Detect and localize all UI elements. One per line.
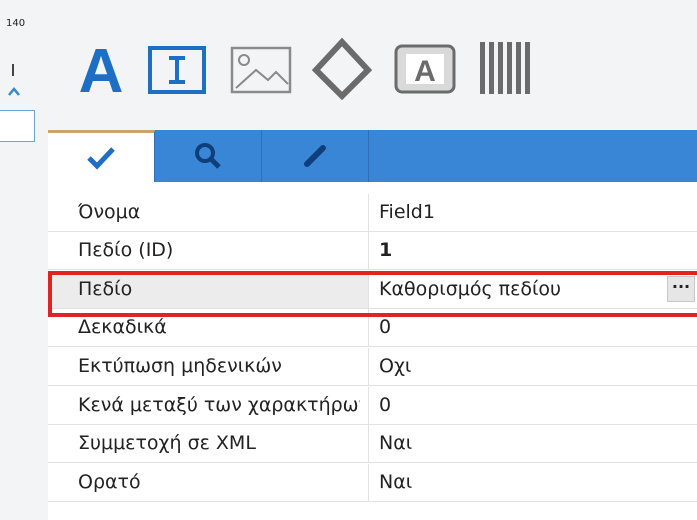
property-name: Πεδίο bbox=[78, 278, 133, 300]
svg-text:A: A bbox=[79, 37, 124, 100]
property-row-decimals[interactable]: Δεκαδικά 0 bbox=[48, 309, 697, 347]
barcode-tool-button[interactable] bbox=[476, 36, 534, 100]
vertical-ruler: 140 bbox=[0, 0, 49, 520]
label-tool-button[interactable]: A bbox=[392, 36, 458, 100]
property-name: Συμμετοχή σε XML bbox=[78, 432, 256, 454]
property-value[interactable]: 0 bbox=[368, 387, 697, 424]
property-row-print-zeros[interactable]: Εκτύπωση μηδενικών Οχι bbox=[48, 348, 697, 386]
property-value[interactable]: Ναι bbox=[368, 425, 697, 462]
svg-text:A: A bbox=[414, 55, 436, 88]
property-row-field-id[interactable]: Πεδίο (ID) 1 bbox=[48, 232, 697, 270]
property-row-char-spacing[interactable]: Κενά μεταξύ των χαρακτήρων 0 bbox=[48, 387, 697, 425]
textbox-tool-button[interactable] bbox=[146, 36, 208, 100]
property-value[interactable]: Ναι bbox=[368, 464, 697, 501]
ellipsis-button[interactable]: ··· bbox=[667, 276, 695, 302]
property-value[interactable]: 1 bbox=[368, 232, 697, 269]
text-a-icon: A bbox=[79, 37, 124, 106]
image-icon bbox=[230, 46, 292, 94]
checkmark-icon bbox=[87, 146, 115, 170]
property-value[interactable]: Field1 bbox=[368, 194, 697, 231]
property-name: Δεκαδικά bbox=[78, 316, 167, 338]
property-value[interactable]: Καθορισμός πεδίου ··· bbox=[368, 271, 697, 308]
property-name: Κενά μεταξύ των χαρακτήρων bbox=[78, 394, 360, 416]
search-icon bbox=[195, 143, 221, 169]
text-tool-button[interactable]: A bbox=[76, 36, 126, 106]
tab-properties[interactable] bbox=[48, 130, 155, 182]
tab-edit[interactable] bbox=[262, 130, 369, 182]
property-row-xml[interactable]: Συμμετοχή σε XML Ναι bbox=[48, 425, 697, 463]
barcode-icon bbox=[480, 42, 530, 94]
image-tool-button[interactable] bbox=[228, 36, 294, 100]
ruler-tick bbox=[12, 64, 14, 76]
property-name: Εκτύπωση μηδενικών bbox=[78, 355, 282, 377]
diamond-icon bbox=[311, 37, 373, 101]
property-value[interactable]: 0 bbox=[368, 309, 697, 346]
field-definition-value: Καθορισμός πεδίου bbox=[379, 278, 562, 300]
property-tabs bbox=[48, 130, 697, 182]
property-name: Όνομα bbox=[78, 201, 141, 223]
caret-up-icon[interactable] bbox=[8, 86, 20, 96]
property-name: Ορατό bbox=[78, 471, 141, 493]
property-value[interactable]: Οχι bbox=[368, 348, 697, 385]
element-toolbar: A A bbox=[48, 0, 697, 130]
property-row-name[interactable]: Όνομα Field1 bbox=[48, 194, 697, 232]
boxed-a-icon: A bbox=[394, 44, 456, 94]
property-grid: Όνομα Field1 Πεδίο (ID) 1 Πεδίο Καθορισμ… bbox=[48, 182, 697, 520]
text-field-icon bbox=[148, 46, 206, 94]
ruler-input-box[interactable] bbox=[0, 110, 35, 142]
property-row-visible[interactable]: Ορατό Ναι bbox=[48, 464, 697, 502]
property-row-field[interactable]: Πεδίο Καθορισμός πεδίου ··· bbox=[48, 271, 697, 309]
ruler-label: 140 bbox=[6, 18, 26, 29]
property-name: Πεδίο (ID) bbox=[78, 239, 174, 261]
shape-tool-button[interactable] bbox=[310, 36, 374, 101]
tab-search[interactable] bbox=[155, 130, 262, 182]
pencil-icon bbox=[304, 145, 326, 167]
